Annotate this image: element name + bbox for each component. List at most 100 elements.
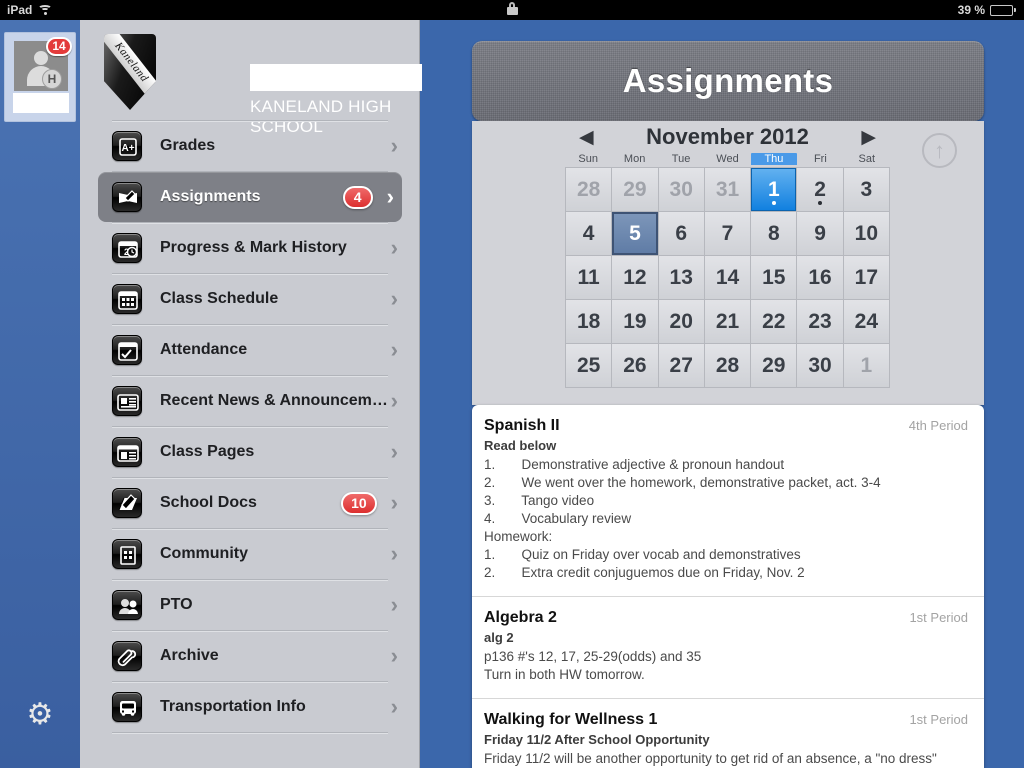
sidebar: Kaneland KANELAND HIGH SCHOOL A+ Grades › A… (80, 20, 422, 768)
calendar-day-cell[interactable]: 14 (704, 256, 752, 300)
calendar-day-number: 21 (715, 309, 740, 333)
calendar-day-number: 18 (576, 309, 601, 333)
calendar-day-cell[interactable]: 18 (566, 300, 613, 344)
gear-icon[interactable]: ⚙ (25, 700, 55, 730)
sidebar-item-label: Community (160, 545, 248, 562)
calendar-day-cell[interactable]: 6 (658, 212, 705, 256)
calendar-day-number: 16 (808, 265, 832, 289)
calendar-weekday-mon: Mon (623, 153, 646, 165)
calendar-day-number: 30 (669, 177, 693, 201)
assignment-body-line: 4. Vocabulary review (484, 511, 632, 526)
main-content: Assignments ◀ November 2012 ▶ ↑ Sun Mon Tu… (420, 20, 1024, 768)
calendar-day-cell[interactable]: 16 (797, 256, 844, 300)
assignment-list[interactable]: Spanish II 4th Period Read below 1. Demonst… (472, 405, 984, 768)
school-docs-icon (112, 488, 142, 518)
calendar-day-cell[interactable]: 27 (658, 344, 705, 388)
calendar-day-cell[interactable]: 1 (751, 168, 798, 212)
calendar-day-cell[interactable]: 7 (704, 212, 752, 256)
school-initial-icon: H (42, 69, 62, 89)
assignment-item[interactable]: Algebra 2 1st Period alg 2 p136 #'s 12, 17,… (472, 596, 984, 698)
sidebar-item-progress-mark-history[interactable]: 2 Progress & Mark History › (80, 223, 420, 273)
sidebar-item-archive[interactable]: Archive › (80, 631, 420, 681)
calendar-day-number: 28 (715, 353, 740, 377)
sidebar-item-transportation-info[interactable]: Transportation Info › (80, 682, 420, 732)
calendar-day-cell[interactable]: 3 (843, 168, 890, 212)
calendar-day-number: 9 (814, 221, 826, 245)
sidebar-item-grades[interactable]: A+ Grades › (80, 121, 420, 171)
schedule-icon (112, 284, 142, 314)
sidebar-item-assignments[interactable]: Assignments 4 › (98, 172, 402, 222)
calendar-day-number: 4 (582, 221, 595, 245)
calendar-day-number: 1 (860, 353, 873, 377)
next-month-button[interactable]: ▶ (861, 128, 876, 147)
calendar-weekday-wed: Wed (716, 153, 739, 165)
assignment-body-line: p136 #'s 12, 17, 25-29(odds) and 35 (484, 649, 702, 664)
calendar-day-cell[interactable]: 2 (797, 168, 844, 212)
prev-month-button[interactable]: ◀ (579, 128, 594, 147)
calendar-day-cell[interactable]: 11 (566, 256, 613, 300)
calendar-day-cell[interactable]: 31 (704, 168, 752, 212)
calendar-day-number: 3 (860, 177, 873, 201)
sidebar-item-class-schedule[interactable]: Class Schedule › (80, 274, 420, 324)
calendar-day-cell[interactable]: 12 (612, 256, 659, 300)
grades-icon: A+ (112, 131, 142, 161)
assignment-body-line: 3. Tango video (484, 493, 595, 508)
page-title: Assignments (622, 62, 834, 99)
calendar-day-cell[interactable]: 10 (843, 212, 890, 256)
calendar-day-cell[interactable]: 26 (612, 344, 659, 388)
assignments-icon (112, 182, 142, 212)
calendar-day-cell[interactable]: 17 (843, 256, 890, 300)
calendar-day-cell[interactable]: 30 (797, 344, 844, 388)
avatar[interactable]: 14 H (14, 37, 72, 91)
page-title-bar: Assignments (472, 41, 984, 121)
assignment-course: Spanish II (484, 417, 560, 434)
class-pages-icon (112, 437, 142, 467)
calendar-day-cell[interactable]: 8 (751, 212, 798, 256)
calendar-day-number: 7 (721, 221, 734, 245)
collapse-calendar-button[interactable]: ↑ (922, 133, 957, 168)
calendar-day-cell[interactable]: 28 (704, 344, 752, 388)
chevron-right-icon: › (390, 592, 398, 617)
calendar-day-cell[interactable]: 20 (658, 300, 705, 344)
status-bar-right: 39 % (958, 3, 1024, 17)
calendar-day-cell[interactable]: 9 (797, 212, 844, 256)
progress-icon: 2 (112, 233, 142, 263)
sidebar-item-recent-news-announcem[interactable]: Recent News & Announcem… › (80, 376, 420, 426)
calendar-weekday-header: Sun Mon Tue Wed Thu Fri Sat (565, 153, 890, 167)
calendar-day-cell[interactable]: 29 (612, 168, 659, 212)
sidebar-item-badge: 4 (342, 185, 373, 209)
device-label: iPad (7, 3, 33, 17)
calendar-weekday-sat: Sat (858, 153, 876, 165)
calendar-day-cell[interactable]: 13 (658, 256, 705, 300)
calendar-day-cell[interactable]: 30 (658, 168, 705, 212)
calendar-day-cell[interactable]: 1 (843, 344, 890, 388)
calendar-day-cell[interactable]: 21 (704, 300, 752, 344)
calendar-weekday-tue: Tue (671, 153, 691, 165)
calendar-nav: ◀ November 2012 ▶ (565, 121, 890, 153)
calendar-day-cell[interactable]: 25 (566, 344, 613, 388)
assignment-body-line: 1. Demonstrative adjective & pronoun han… (484, 457, 785, 472)
assignment-course: Algebra 2 (484, 609, 557, 626)
calendar-day-cell[interactable]: 23 (797, 300, 844, 344)
calendar-day-cell[interactable]: 24 (843, 300, 890, 344)
sidebar-item-class-pages[interactable]: Class Pages › (80, 427, 420, 477)
calendar-day-cell[interactable]: 19 (612, 300, 659, 344)
calendar-day-cell[interactable]: 29 (751, 344, 798, 388)
sidebar-item-label: Progress & Mark History (160, 239, 347, 256)
assignment-period: 1st Period (909, 610, 968, 625)
sidebar-item-community[interactable]: Community › (80, 529, 420, 579)
calendar-day-cell[interactable]: 4 (566, 212, 613, 256)
assignment-period: 1st Period (909, 712, 968, 727)
assignment-item[interactable]: Walking for Wellness 1 1st Period Friday 1… (472, 698, 984, 768)
sidebar-item-attendance[interactable]: Attendance › (80, 325, 420, 375)
calendar-day-cell[interactable]: 15 (751, 256, 798, 300)
calendar-day-cell[interactable]: 5 (612, 212, 659, 256)
calendar-day-cell[interactable]: 28 (566, 168, 613, 212)
calendar-day-cell[interactable]: 22 (751, 300, 798, 344)
sidebar-item-school-docs[interactable]: School Docs 10 › (80, 478, 420, 528)
assignment-item[interactable]: Spanish II 4th Period Read below 1. Demonst… (472, 405, 984, 596)
student-card[interactable]: 14 H (4, 32, 76, 122)
assignment-subtitle: Read below (484, 438, 557, 453)
sidebar-item-pto[interactable]: PTO › (80, 580, 420, 630)
chevron-right-icon: › (390, 388, 398, 413)
